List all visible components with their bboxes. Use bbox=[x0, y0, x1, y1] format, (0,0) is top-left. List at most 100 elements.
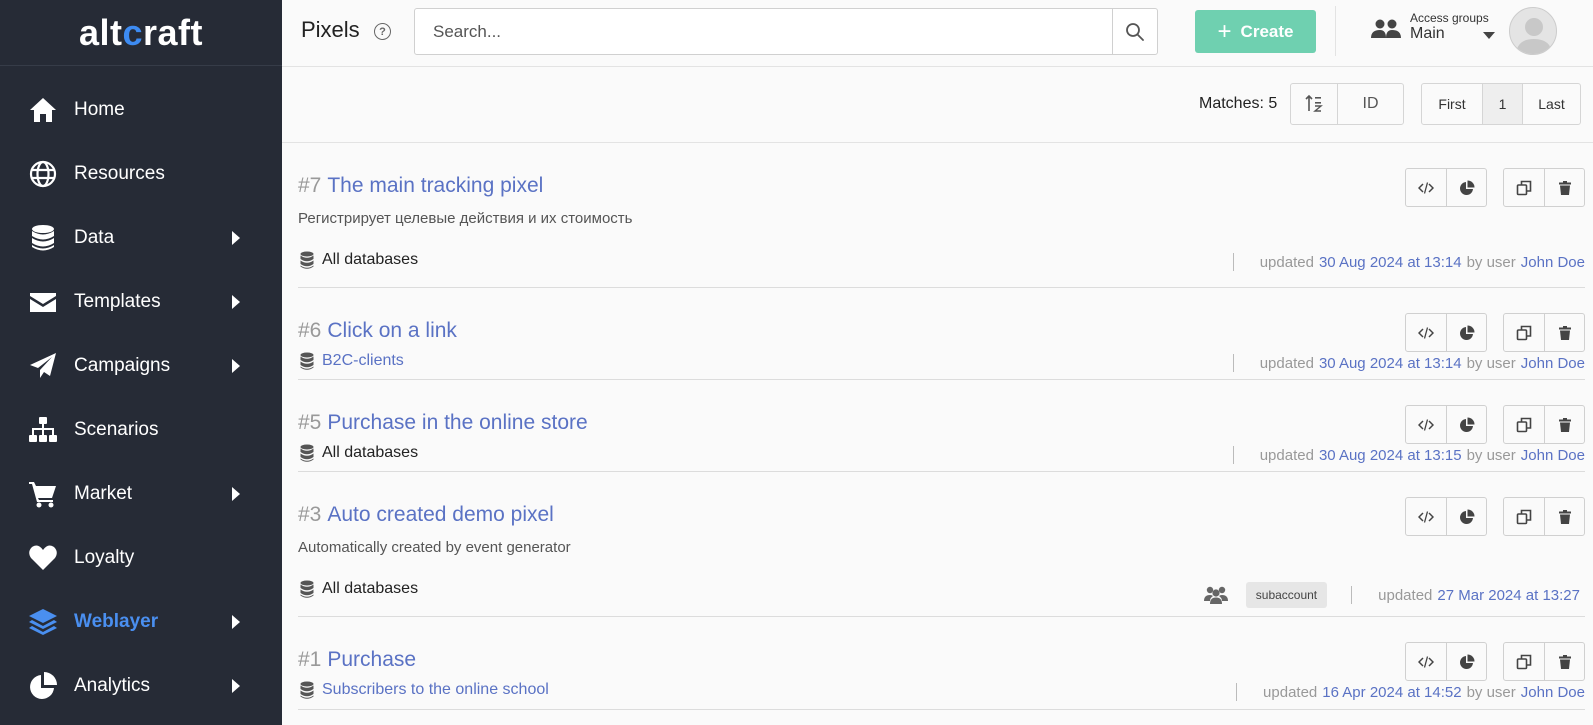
chevron-right-icon bbox=[232, 615, 240, 629]
delete-button[interactable] bbox=[1544, 498, 1584, 535]
pixel-id: #3 bbox=[298, 503, 322, 526]
updated-by-label: by user bbox=[1466, 253, 1516, 271]
delete-button[interactable] bbox=[1544, 406, 1584, 443]
page-title: Pixels bbox=[301, 17, 360, 42]
sidebar-item-label: Scenarios bbox=[74, 419, 159, 440]
pixel-updated-info: updated 30 Aug 2024 at 13:14 by user John D… bbox=[1232, 253, 1585, 271]
pixel-list-item: #1 Purchase Subscribers to the online scho… bbox=[298, 617, 1585, 710]
create-button[interactable]: + Create bbox=[1195, 10, 1316, 53]
copy-button[interactable] bbox=[1504, 406, 1544, 443]
sidebar-item-weblayer[interactable]: Weblayer bbox=[0, 590, 282, 654]
code-icon bbox=[1418, 325, 1434, 341]
sort-field-select[interactable]: ID bbox=[1338, 84, 1403, 124]
database-icon bbox=[300, 352, 314, 370]
pagination-last[interactable]: Last bbox=[1523, 84, 1580, 124]
pixel-name-link[interactable]: The main tracking pixel bbox=[327, 174, 543, 197]
pixel-title[interactable]: #6 Click on a link bbox=[298, 319, 457, 343]
search-input[interactable] bbox=[415, 9, 1112, 54]
pixel-name-link[interactable]: Auto created demo pixel bbox=[327, 503, 553, 526]
sidebar-item-market[interactable]: Market bbox=[0, 462, 282, 526]
pixel-title[interactable]: #5 Purchase in the online store bbox=[298, 411, 588, 435]
sidebar-item-loyalty[interactable]: Loyalty bbox=[0, 526, 282, 590]
pixel-view-actions bbox=[1405, 313, 1487, 352]
sidebar-item-campaigns[interactable]: Campaigns bbox=[0, 334, 282, 398]
updated-by-user-link[interactable]: John Doe bbox=[1521, 254, 1585, 271]
pixel-view-actions bbox=[1405, 405, 1487, 444]
heart-icon bbox=[28, 543, 58, 573]
pixel-database: All databases bbox=[300, 251, 418, 269]
updated-by-user-link[interactable]: John Doe bbox=[1521, 684, 1585, 701]
pagination: First 1 Last bbox=[1421, 83, 1581, 125]
access-groups-dropdown[interactable]: Access groups Main bbox=[1371, 10, 1501, 50]
pixel-name-link[interactable]: Purchase bbox=[327, 648, 416, 671]
pixel-list-item: #7 The main tracking pixel Регистрирует це… bbox=[298, 143, 1585, 288]
copy-button[interactable] bbox=[1504, 314, 1544, 351]
search-button[interactable] bbox=[1112, 9, 1157, 54]
pixel-title[interactable]: #7 The main tracking pixel bbox=[298, 174, 543, 198]
users-icon bbox=[1371, 19, 1401, 38]
chevron-right-icon bbox=[232, 679, 240, 693]
sidebar-item-home[interactable]: Home bbox=[0, 78, 282, 142]
pixel-id: #1 bbox=[298, 648, 322, 671]
code-button[interactable] bbox=[1406, 169, 1446, 206]
altcraft-logo[interactable]: alt c raft bbox=[0, 0, 282, 66]
statistics-pie-icon bbox=[1459, 509, 1475, 525]
updated-by-user-link[interactable]: John Doe bbox=[1521, 447, 1585, 464]
user-avatar[interactable] bbox=[1509, 7, 1557, 55]
statistics-button[interactable] bbox=[1446, 314, 1486, 351]
pagination-current-page[interactable]: 1 bbox=[1483, 84, 1523, 124]
sidebar-item-data[interactable]: Data bbox=[0, 206, 282, 270]
copy-icon bbox=[1516, 325, 1532, 341]
meta-separator bbox=[1236, 683, 1238, 701]
pixel-title[interactable]: #1 Purchase bbox=[298, 648, 416, 672]
pixel-updated-info: updated 30 Aug 2024 at 13:15 by user John D… bbox=[1232, 446, 1585, 464]
statistics-button[interactable] bbox=[1446, 498, 1486, 535]
sidebar-item-templates[interactable]: Templates bbox=[0, 270, 282, 334]
pixel-actions bbox=[1389, 313, 1585, 352]
sidebar-item-analytics[interactable]: Analytics bbox=[0, 654, 282, 718]
delete-button[interactable] bbox=[1544, 169, 1584, 206]
sidebar-item-label: Weblayer bbox=[74, 611, 159, 632]
copy-icon bbox=[1516, 654, 1532, 670]
create-button-label: Create bbox=[1240, 21, 1294, 41]
statistics-button[interactable] bbox=[1446, 643, 1486, 680]
help-icon[interactable]: ? bbox=[374, 23, 391, 40]
database-icon bbox=[300, 251, 314, 269]
statistics-button[interactable] bbox=[1446, 169, 1486, 206]
delete-button[interactable] bbox=[1544, 314, 1584, 351]
copy-button[interactable] bbox=[1504, 169, 1544, 206]
meta-separator bbox=[1232, 354, 1234, 372]
code-button[interactable] bbox=[1406, 314, 1446, 351]
pixel-name-link[interactable]: Click on a link bbox=[327, 319, 457, 342]
database-name[interactable]: Subscribers to the online school bbox=[322, 681, 549, 699]
layers-icon bbox=[28, 607, 58, 637]
search-box bbox=[414, 8, 1158, 55]
code-button[interactable] bbox=[1406, 643, 1446, 680]
sidebar-item-label: Templates bbox=[74, 291, 161, 312]
database-name[interactable]: B2C-clients bbox=[322, 352, 404, 370]
statistics-button[interactable] bbox=[1446, 406, 1486, 443]
copy-button[interactable] bbox=[1504, 498, 1544, 535]
sidebar-item-scenarios[interactable]: Scenarios bbox=[0, 398, 282, 462]
statistics-pie-icon bbox=[1459, 180, 1475, 196]
statistics-pie-icon bbox=[1459, 417, 1475, 433]
pixel-title[interactable]: #3 Auto created demo pixel bbox=[298, 503, 554, 527]
statistics-pie-icon bbox=[1459, 654, 1475, 670]
pagination-first[interactable]: First bbox=[1422, 84, 1483, 124]
updated-by-user-link[interactable]: John Doe bbox=[1521, 355, 1585, 372]
sidebar-item-resources[interactable]: Resources bbox=[0, 142, 282, 206]
cart-icon bbox=[28, 479, 58, 509]
copy-button[interactable] bbox=[1504, 643, 1544, 680]
pixel-updated-info: updated 30 Aug 2024 at 13:14 by user John D… bbox=[1232, 354, 1585, 372]
sort-direction-button[interactable] bbox=[1291, 84, 1338, 124]
code-button[interactable] bbox=[1406, 498, 1446, 535]
updated-by-label: by user bbox=[1466, 683, 1516, 701]
pixel-edit-actions bbox=[1503, 497, 1585, 536]
pixel-updated-info: subaccount updated 27 Mar 2024 at 13:27 bbox=[1203, 582, 1585, 608]
logo-text-accent: c bbox=[122, 11, 144, 53]
pixel-id: #5 bbox=[298, 411, 322, 434]
pixel-name-link[interactable]: Purchase in the online store bbox=[327, 411, 587, 434]
delete-button[interactable] bbox=[1544, 643, 1584, 680]
code-button[interactable] bbox=[1406, 406, 1446, 443]
sidebar: alt c raft Home Resources Data Templates Campa… bbox=[0, 0, 282, 725]
